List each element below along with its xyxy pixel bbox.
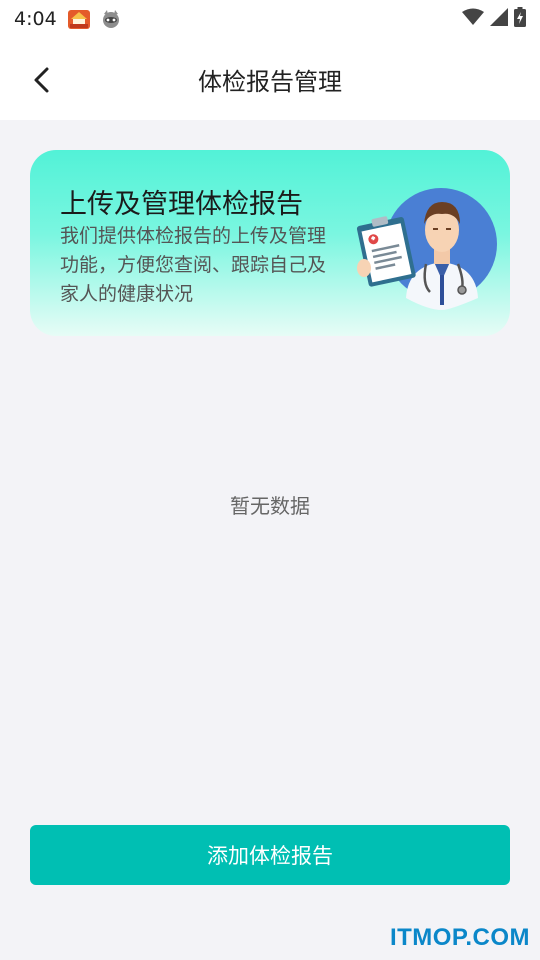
banner-description: 我们提供体检报告的上传及管理功能，方便您查阅、跟踪自己及家人的健康状况: [60, 225, 327, 305]
banner-title: 上传及管理体检报告: [60, 189, 303, 220]
nav-bar: 体检报告管理: [0, 38, 540, 120]
info-banner: 上传及管理体检报告 我们提供体检报告的上传及管理功能，方便您查阅、跟踪自己及家人…: [30, 150, 510, 336]
system-status-icons: [462, 7, 526, 31]
signal-icon: [490, 8, 508, 30]
empty-state-text: 暂无数据: [230, 494, 310, 518]
doctor-illustration: [350, 180, 510, 320]
hub-app-icon: [67, 7, 91, 31]
battery-charging-icon: [514, 7, 526, 31]
add-report-button[interactable]: 添加体检报告: [30, 825, 510, 885]
back-button[interactable]: [22, 60, 62, 100]
page-title: 体检报告管理: [198, 67, 342, 96]
status-bar: 4:04: [0, 0, 540, 38]
watermark: ITMOP.COM: [389, 924, 530, 951]
status-time: 4:04: [14, 8, 57, 30]
wifi-icon: [462, 8, 484, 30]
raccoon-app-icon: [99, 7, 123, 31]
chevron-left-icon: [34, 67, 49, 93]
